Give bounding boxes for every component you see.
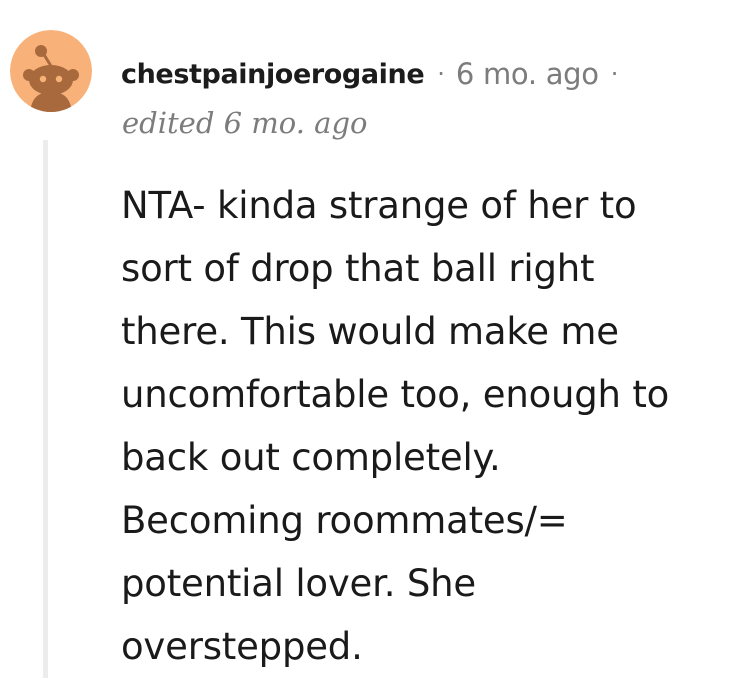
user-avatar[interactable] — [10, 30, 92, 112]
thread-collapse-line[interactable] — [43, 140, 48, 678]
comment-timestamp[interactable]: 6 mo. ago — [456, 57, 599, 91]
meta-separator: · — [437, 60, 445, 88]
comment-body-line: potential lover. She — [121, 562, 476, 605]
comment-author-link[interactable]: chestpainjoerogaine — [121, 59, 425, 90]
comment-body-line: sort of drop that ball right — [121, 247, 595, 290]
snoo-avatar-icon — [10, 30, 92, 112]
comment-body-line: uncomfortable too, enough to — [121, 373, 670, 416]
comment-body-line: NTA- kinda strange of her to — [121, 184, 637, 227]
comment-meta: chestpainjoerogaine · 6 mo. ago · — [121, 52, 618, 96]
comment-body-line: overstepped. — [121, 625, 363, 668]
comment: chestpainjoerogaine · 6 mo. ago · edited… — [0, 0, 734, 678]
comment-body-line: there. This would make me — [121, 310, 619, 353]
edited-label: edited 6 mo. ago — [122, 106, 368, 140]
comment-body-line: back out completely. — [121, 436, 501, 479]
meta-separator: · — [610, 60, 619, 88]
comment-body-line: Becoming roommates/= — [121, 499, 568, 542]
comment-body: NTA- kinda strange of her to sort of dro… — [121, 174, 726, 678]
